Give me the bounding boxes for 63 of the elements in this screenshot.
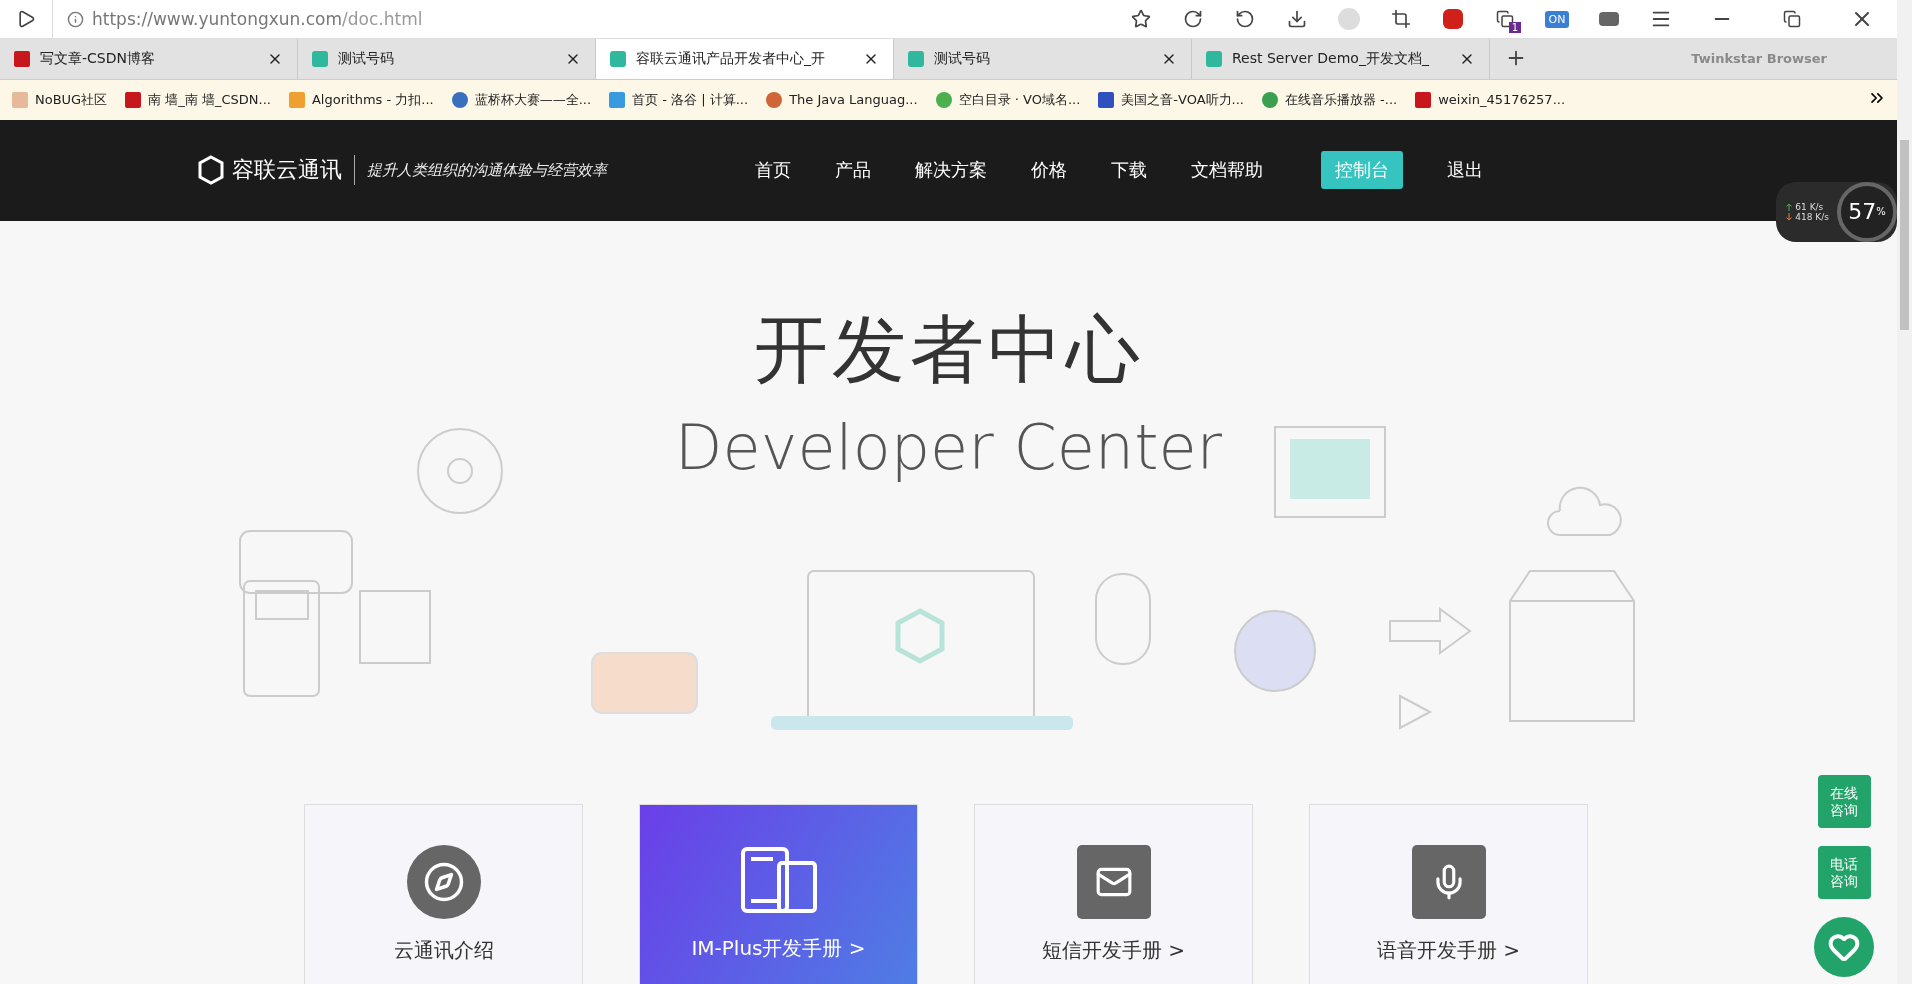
nav-link[interactable]: 解决方案 — [915, 158, 987, 183]
site-favicon-icon — [451, 91, 468, 108]
sidebar-toggle-icon[interactable] — [16, 9, 36, 29]
site-logo[interactable]: 容联云通讯 — [198, 155, 355, 186]
doc-card[interactable]: IM-Plus开发手册 > — [639, 804, 918, 984]
bookmark-link[interactable]: 南 墙_南 墙_CSDN... — [148, 90, 271, 109]
bookmark-link[interactable]: 美国之音-VOA听力... — [1121, 90, 1244, 109]
hero-subtitle: Developer Center — [673, 410, 1224, 484]
nav-link[interactable]: 下载 — [1111, 158, 1147, 183]
bookmark-link[interactable]: NoBUG社区 — [35, 90, 108, 109]
nav-link[interactable]: 首页 — [755, 158, 791, 183]
nav-link[interactable]: 价格 — [1031, 158, 1067, 183]
site-favicon-icon — [609, 91, 626, 108]
site-favicon-icon — [1098, 91, 1115, 108]
refresh-icon[interactable] — [1183, 9, 1203, 29]
toggle-extension[interactable]: ON — [1544, 10, 1570, 28]
hero-title: 开发者中心 — [752, 304, 1145, 394]
nav-link[interactable]: 产品 — [835, 158, 871, 183]
bookmark-link[interactable]: Algorithms - 力扣... — [311, 90, 434, 109]
heart-icon[interactable] — [1828, 931, 1860, 963]
microphone-icon — [1411, 845, 1486, 919]
undo-icon[interactable] — [1235, 9, 1255, 29]
site-favicon-icon — [766, 91, 783, 108]
bookmark-link[interactable]: 在线音乐播放器 -... — [1284, 90, 1398, 109]
download-icon[interactable] — [1287, 9, 1307, 29]
site-favicon-icon — [1261, 91, 1278, 108]
site-favicon-icon — [125, 91, 142, 108]
bookmark-link[interactable]: 空白目录 · VO域名... — [958, 90, 1081, 109]
site-favicon-icon — [312, 50, 328, 67]
bookmark-star-icon[interactable] — [1131, 9, 1151, 29]
extension-badge: 1 — [1508, 22, 1521, 33]
bookmark-link[interactable]: The Java Languag... — [789, 92, 918, 108]
browser-name: Twinkstar Browser — [1691, 51, 1827, 67]
extension-icon[interactable] — [1496, 10, 1514, 28]
doc-card[interactable]: 语音开发手册 > — [1309, 804, 1588, 984]
doc-card[interactable]: 短信开发手册 > — [974, 804, 1253, 984]
site-favicon-icon — [12, 91, 28, 108]
nav-link[interactable]: 文档帮助 — [1191, 158, 1263, 183]
upload-speed: 61 K/s — [1795, 201, 1824, 212]
site-favicon-icon — [1206, 50, 1222, 67]
site-favicon-icon — [908, 50, 924, 67]
site-favicon-icon — [14, 50, 30, 67]
crop-icon[interactable] — [1391, 9, 1411, 29]
download-speed: 418 K/s — [1795, 211, 1829, 222]
site-favicon-icon — [935, 91, 952, 108]
bookmark-link[interactable]: weixin_45176257... — [1438, 92, 1566, 108]
site-favicon-icon — [610, 50, 626, 67]
site-favicon-icon — [1415, 91, 1432, 108]
memory-gauge: 57% — [1837, 181, 1897, 242]
logout-link[interactable]: 退出 — [1447, 158, 1483, 183]
bookmark-link[interactable]: 蓝桥杯大赛——全... — [474, 90, 592, 109]
browser-tab[interactable]: 容联云通讯产品开发者中心_开 — [596, 39, 894, 79]
doc-card[interactable]: 云通讯介绍 — [304, 804, 583, 984]
site-favicon-icon — [288, 91, 305, 108]
site-info-icon[interactable] — [67, 10, 84, 28]
up-arrow-icon — [1786, 202, 1793, 211]
site-slogan: 提升人类组织的沟通体验与经营效率 — [367, 160, 607, 180]
restore-icon[interactable] — [1783, 10, 1801, 28]
scrollbar-thumb[interactable] — [1900, 140, 1909, 330]
message-icon — [1076, 845, 1151, 919]
url-field[interactable]: https://www.yuntongxun.com/doc.html — [92, 9, 423, 29]
bookmark-link[interactable]: 首页 - 洛谷 | 计算... — [632, 90, 749, 109]
down-arrow-icon — [1786, 212, 1793, 221]
